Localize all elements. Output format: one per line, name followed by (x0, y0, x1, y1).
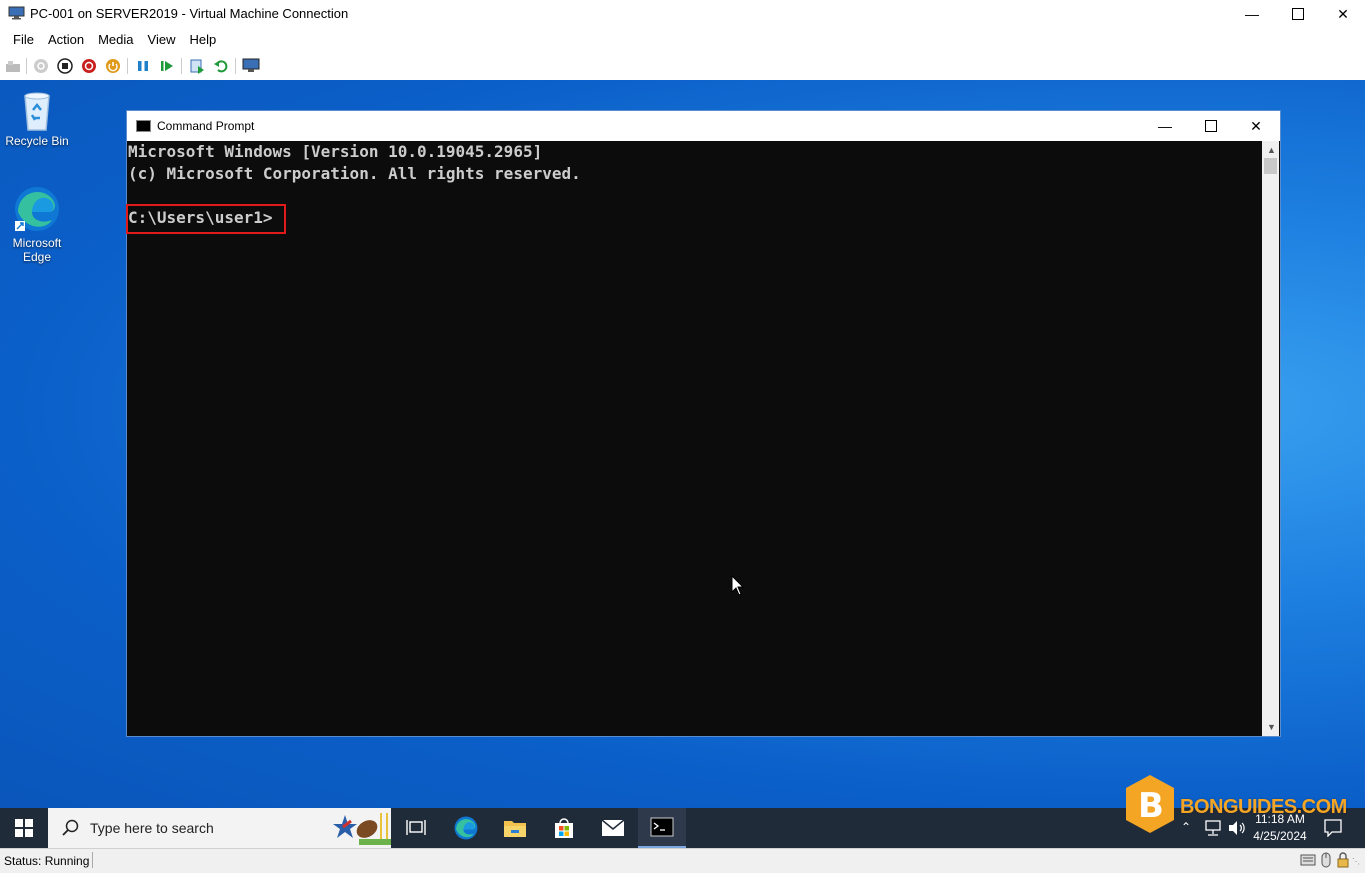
vm-desktop: Recycle Bin Microsoft Edge Command Promp… (0, 80, 1365, 808)
search-placeholder: Type here to search (90, 820, 214, 836)
mouse-status-icon (1321, 852, 1331, 868)
maximize-button[interactable] (1275, 0, 1321, 28)
close-button[interactable]: ✕ (1320, 0, 1365, 28)
svg-text:B: B (1138, 786, 1164, 826)
taskbar-mail[interactable] (589, 808, 637, 848)
edge-icon (454, 816, 478, 840)
desktop-icon-edge[interactable]: Microsoft Edge (2, 184, 72, 264)
lock-status-icon (1337, 852, 1349, 868)
recycle-bin-icon (24, 92, 50, 131)
enhanced-session-icon[interactable] (242, 57, 260, 75)
cmd-minimize-button[interactable]: — (1142, 111, 1188, 141)
taskbar-command-prompt[interactable] (638, 808, 686, 848)
prompt-highlight-box (126, 204, 286, 234)
taskbar-search-box[interactable]: Type here to search (48, 808, 391, 848)
cmd-scrollbar[interactable]: ▲ ▼ (1262, 141, 1279, 736)
taskbar-file-explorer[interactable] (491, 808, 539, 848)
scroll-down-icon[interactable]: ▼ (1267, 722, 1276, 732)
pause-icon[interactable] (134, 57, 152, 75)
console-output[interactable]: Microsoft Windows [Version 10.0.19045.29… (126, 141, 1262, 736)
menu-media[interactable]: Media (91, 28, 140, 52)
ctrl-alt-del-icon[interactable] (4, 57, 22, 75)
folder-icon (504, 821, 526, 837)
checkpoint-icon[interactable] (188, 57, 206, 75)
menu-action[interactable]: Action (41, 28, 91, 52)
watermark-text: BONGUIDES.COM (1180, 796, 1347, 818)
start-button[interactable] (0, 808, 48, 848)
network-icon[interactable] (1203, 820, 1223, 836)
desktop-icon-label: Edge (22, 250, 52, 264)
vm-monitor-icon (8, 6, 25, 20)
scroll-thumb[interactable] (1264, 158, 1277, 174)
search-highlight-icon (333, 813, 391, 845)
shutdown-icon[interactable] (80, 57, 98, 75)
notifications-icon[interactable] (1324, 819, 1342, 837)
vm-window-title: PC-001 on SERVER2019 - Virtual Machine C… (30, 6, 349, 21)
vm-titlebar: PC-001 on SERVER2019 - Virtual Machine C… (0, 0, 1365, 28)
taskbar-task-view[interactable] (392, 808, 440, 848)
menu-bar: File Action Media View Help (0, 28, 1365, 52)
minimize-button[interactable]: — (1229, 0, 1275, 28)
console-line: (c) Microsoft Corporation. All rights re… (128, 164, 581, 183)
desktop-icon-label: Microsoft (12, 236, 62, 250)
revert-icon[interactable] (212, 57, 230, 75)
cmd-maximize-button[interactable] (1188, 111, 1234, 141)
desktop-icon-label: Recycle Bin (5, 134, 69, 148)
toolbar-separator (127, 58, 128, 74)
toolbar-separator (235, 58, 236, 74)
vm-status-bar: Status: Running ⋱ (0, 848, 1365, 873)
toolbar-separator (181, 58, 182, 74)
tray-date: 4/25/2024 (1253, 829, 1307, 843)
vm-status: Status: Running (4, 854, 90, 868)
vm-toolbar (0, 52, 1365, 81)
status-separator (92, 852, 93, 868)
menu-file[interactable]: File (6, 28, 41, 52)
bonguides-logo-icon: B (1126, 775, 1174, 833)
menu-help[interactable]: Help (182, 28, 223, 52)
taskbar-edge[interactable] (442, 808, 490, 848)
cmd-close-button[interactable]: ✕ (1233, 111, 1279, 141)
console-line: Microsoft Windows [Version 10.0.19045.29… (128, 142, 543, 161)
command-prompt-window[interactable]: Command Prompt — ✕ Microsoft Windows [Ve… (126, 110, 1281, 737)
taskbar-store[interactable] (540, 808, 588, 848)
cmd-window-title: Command Prompt (157, 119, 255, 133)
desktop-icon-recycle-bin[interactable]: Recycle Bin (2, 88, 72, 148)
save-state-icon[interactable] (104, 57, 122, 75)
edge-icon (15, 187, 59, 231)
keyboard-status-icon (1300, 854, 1316, 866)
resume-icon[interactable] (158, 57, 176, 75)
store-icon (555, 818, 573, 838)
cmd-app-icon (136, 120, 151, 132)
mail-icon (601, 819, 625, 836)
mouse-pointer-icon (731, 575, 745, 596)
windows-logo-icon (15, 819, 33, 837)
menu-view[interactable]: View (141, 28, 183, 52)
tray-overflow-icon[interactable]: ⌃ (1181, 820, 1191, 834)
cmd-titlebar[interactable]: Command Prompt — ✕ (127, 111, 1280, 141)
toolbar-separator (26, 58, 27, 74)
scroll-up-icon[interactable]: ▲ (1267, 145, 1276, 155)
turn-off-icon[interactable] (56, 57, 74, 75)
search-icon (62, 819, 79, 836)
task-view-icon (406, 820, 426, 835)
cmd-icon (650, 817, 674, 837)
start-vm-icon[interactable] (32, 57, 50, 75)
resize-grip-icon[interactable]: ⋱ (1352, 857, 1360, 866)
volume-icon[interactable] (1227, 820, 1247, 836)
